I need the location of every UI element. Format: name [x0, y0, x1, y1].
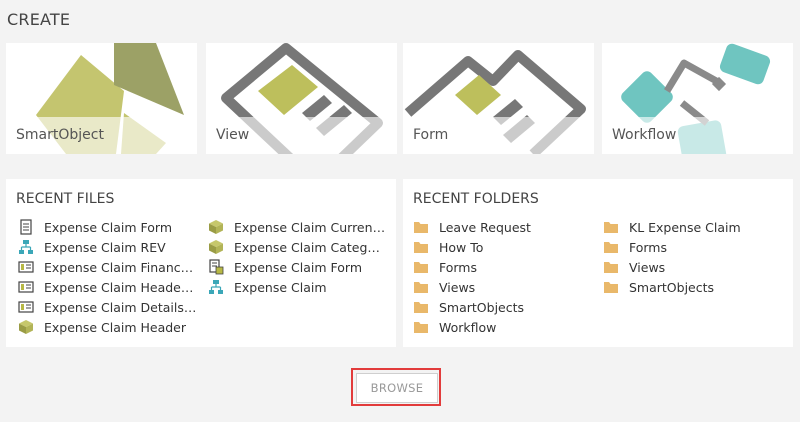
recent-files-title: RECENT FILES	[16, 191, 115, 207]
tile-label: SmartObject	[16, 127, 104, 143]
recent-file-label: Expense Claim Header	[44, 319, 187, 335]
recent-folder-item[interactable]: Forms	[413, 258, 593, 276]
form-checkout-icon	[209, 259, 224, 275]
tile-view[interactable]: View	[206, 43, 397, 154]
folder-icon	[414, 282, 428, 293]
recent-folder-label: Views	[629, 259, 666, 275]
recent-folder-item[interactable]: KL Expense Claim	[603, 218, 783, 236]
recent-file-label: Expense Claim REV	[44, 239, 166, 255]
folder-icon	[414, 222, 428, 233]
folder-icon	[604, 242, 618, 253]
recent-file-item[interactable]: Expense Claim Form	[208, 258, 386, 276]
recent-file-label: Expense Claim Currency...	[234, 219, 386, 235]
recent-file-label: Expense Claim	[234, 279, 327, 295]
folder-icon	[604, 262, 618, 273]
tile-workflow[interactable]: Workflow	[602, 43, 793, 154]
recent-file-item[interactable]: Expense Claim Form	[18, 218, 198, 236]
recent-folder-item[interactable]: Forms	[603, 238, 783, 256]
recent-file-label: Expense Claim Finance P...	[44, 259, 198, 275]
workflow-icon	[209, 280, 223, 294]
form-icon	[20, 219, 32, 235]
tile-label: Form	[413, 127, 449, 143]
recent-folders-title: RECENT FOLDERS	[413, 191, 539, 207]
recent-folder-label: SmartObjects	[439, 299, 525, 315]
recent-folder-item[interactable]: Leave Request	[413, 218, 593, 236]
recent-folder-label: Leave Request	[439, 219, 531, 235]
folder-icon	[414, 322, 428, 333]
recent-folder-label: Forms	[629, 239, 668, 255]
folder-icon	[414, 302, 428, 313]
tile-smartobject[interactable]: SmartObject	[6, 43, 197, 154]
recent-files-panel: RECENT FILES Expense Claim Form Expense …	[6, 179, 396, 347]
recent-folder-item[interactable]: Workflow	[413, 318, 593, 336]
recent-folder-label: SmartObjects	[629, 279, 715, 295]
recent-folder-item[interactable]: How To	[413, 238, 593, 256]
workflow-icon	[19, 240, 33, 254]
recent-file-item[interactable]: Expense Claim Details Vi...	[18, 298, 198, 316]
recent-file-label: Expense Claim Details Vi...	[44, 299, 198, 315]
folder-icon	[414, 242, 428, 253]
recent-folder-label: How To	[439, 239, 484, 255]
recent-file-item[interactable]: Expense Claim Categories	[208, 238, 386, 256]
recent-file-label: Expense Claim Categories	[234, 239, 386, 255]
recent-file-item[interactable]: Expense Claim	[208, 278, 386, 296]
smartobject-icon	[209, 240, 223, 254]
recent-file-item[interactable]: Expense Claim Header	[18, 318, 198, 336]
browse-button[interactable]: BROWSE	[356, 373, 438, 403]
tile-label: View	[216, 127, 250, 143]
recent-file-label: Expense Claim Form	[234, 259, 362, 275]
recent-folder-item[interactable]: Views	[413, 278, 593, 296]
view-icon	[18, 261, 34, 273]
smartobject-icon	[19, 320, 33, 334]
recent-file-item[interactable]: Expense Claim REV	[18, 238, 198, 256]
recent-folder-item[interactable]: SmartObjects	[603, 278, 783, 296]
view-icon	[18, 281, 34, 293]
tile-form[interactable]: Form	[403, 43, 594, 154]
create-title: CREATE	[7, 10, 71, 29]
recent-file-item[interactable]: Expense Claim Finance P...	[18, 258, 198, 276]
tile-label: Workflow	[612, 127, 677, 143]
view-icon	[18, 301, 34, 313]
folder-icon	[604, 282, 618, 293]
folder-icon	[604, 222, 618, 233]
recent-file-label: Expense Claim Header V...	[44, 279, 198, 295]
recent-folder-label: KL Expense Claim	[629, 219, 741, 235]
recent-file-item[interactable]: Expense Claim Currency...	[208, 218, 386, 236]
recent-folders-panel: RECENT FOLDERS Leave Request How To Form…	[403, 179, 793, 347]
recent-folder-label: Views	[439, 279, 476, 295]
recent-folder-label: Forms	[439, 259, 478, 275]
folder-icon	[414, 262, 428, 273]
recent-folder-label: Workflow	[439, 319, 497, 335]
recent-file-label: Expense Claim Form	[44, 219, 172, 235]
recent-folder-item[interactable]: SmartObjects	[413, 298, 593, 316]
recent-folder-item[interactable]: Views	[603, 258, 783, 276]
recent-file-item[interactable]: Expense Claim Header V...	[18, 278, 198, 296]
smartobject-icon	[209, 220, 223, 234]
